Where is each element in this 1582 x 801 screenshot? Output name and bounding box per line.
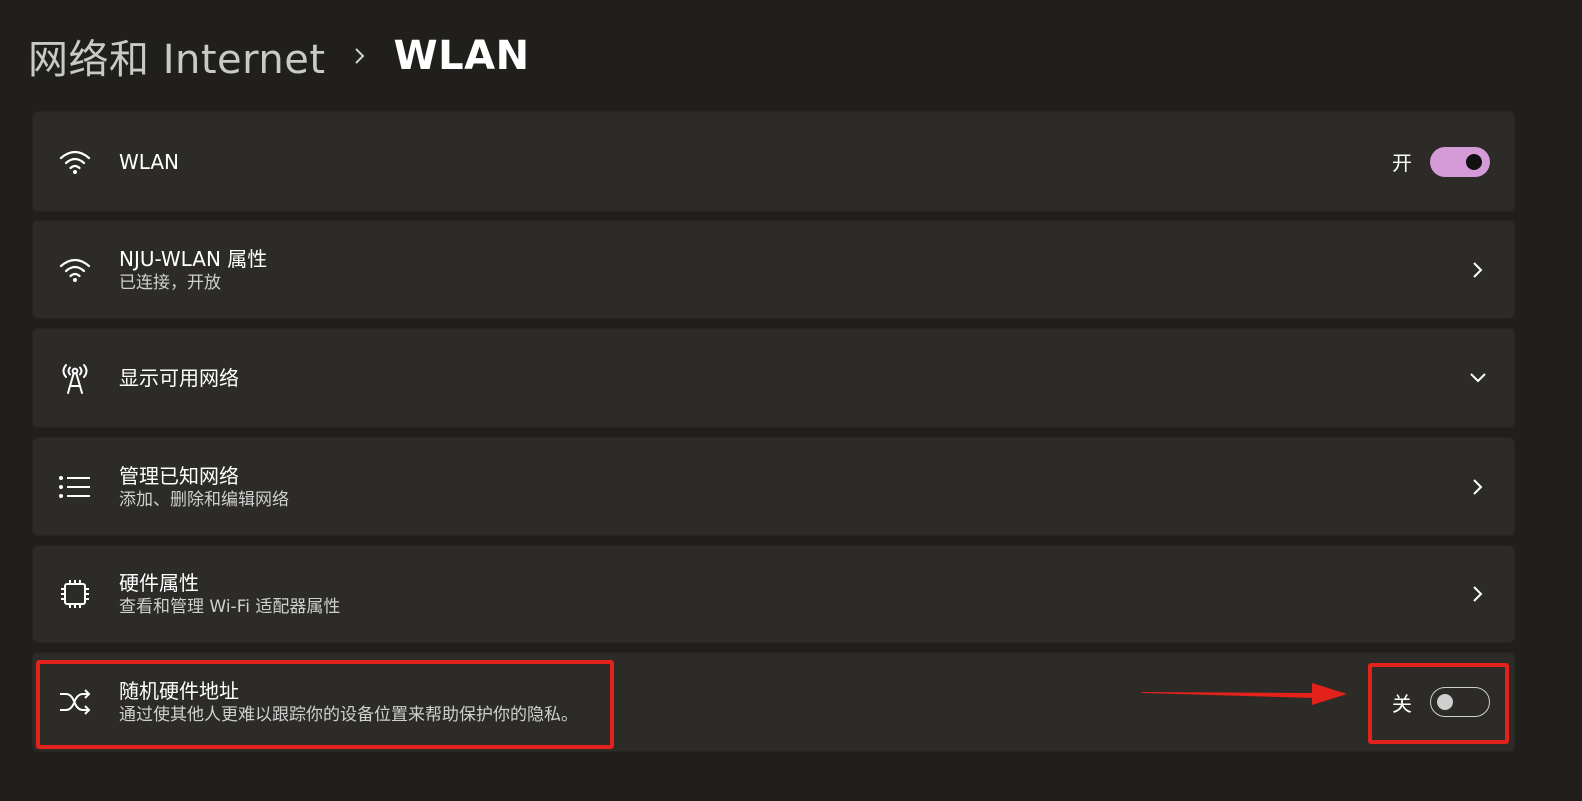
known-networks-title: 管理已知网络 bbox=[119, 463, 239, 488]
wlan-card: WLAN 开 bbox=[32, 111, 1515, 212]
page-title: WLAN bbox=[393, 33, 530, 79]
hardware-properties-title: 硬件属性 bbox=[119, 571, 199, 595]
known-networks-card[interactable]: 管理已知网络 添加、删除和编辑网络 bbox=[32, 437, 1515, 536]
wlan-label: WLAN bbox=[119, 149, 180, 174]
hardware-properties-subtitle: 查看和管理 Wi-Fi 适配器属性 bbox=[119, 597, 341, 617]
chevron-right-icon bbox=[1466, 582, 1490, 606]
wlan-toggle[interactable] bbox=[1430, 146, 1490, 177]
network-properties-subtitle: 已连接，开放 bbox=[119, 272, 221, 293]
show-networks-card[interactable]: 显示可用网络 bbox=[32, 328, 1515, 428]
wifi-icon bbox=[57, 252, 93, 288]
hardware-properties-card[interactable]: 硬件属性 查看和管理 Wi-Fi 适配器属性 bbox=[32, 545, 1515, 643]
wlan-toggle-state: 开 bbox=[1392, 151, 1412, 175]
annotation-highlight-label bbox=[36, 660, 614, 749]
breadcrumb-parent[interactable]: 网络和 Internet bbox=[28, 27, 326, 85]
network-properties-card[interactable]: NJU-WLAN 属性 已连接，开放 bbox=[32, 220, 1515, 319]
wifi-icon bbox=[57, 144, 93, 180]
known-networks-subtitle: 添加、删除和编辑网络 bbox=[119, 489, 289, 510]
chevron-right-icon bbox=[1466, 258, 1490, 282]
chevron-right-icon bbox=[1466, 475, 1490, 499]
annotation-highlight-toggle bbox=[1368, 663, 1509, 744]
wlan-settings-page: 网络和 Internet WLAN WLAN 开 NJU-WLAN 属性 已连接… bbox=[0, 0, 1582, 801]
annotation-arrow-icon bbox=[1142, 683, 1347, 705]
list-icon bbox=[57, 469, 93, 505]
breadcrumb: 网络和 Internet WLAN bbox=[28, 28, 530, 84]
chevron-down-icon bbox=[1466, 366, 1490, 390]
toggle-knob bbox=[1466, 153, 1482, 170]
antenna-icon bbox=[57, 360, 93, 396]
chip-icon bbox=[57, 576, 93, 612]
breadcrumb-separator-icon bbox=[326, 46, 394, 66]
show-networks-title: 显示可用网络 bbox=[119, 366, 239, 390]
network-properties-title: NJU-WLAN 属性 bbox=[119, 246, 268, 271]
